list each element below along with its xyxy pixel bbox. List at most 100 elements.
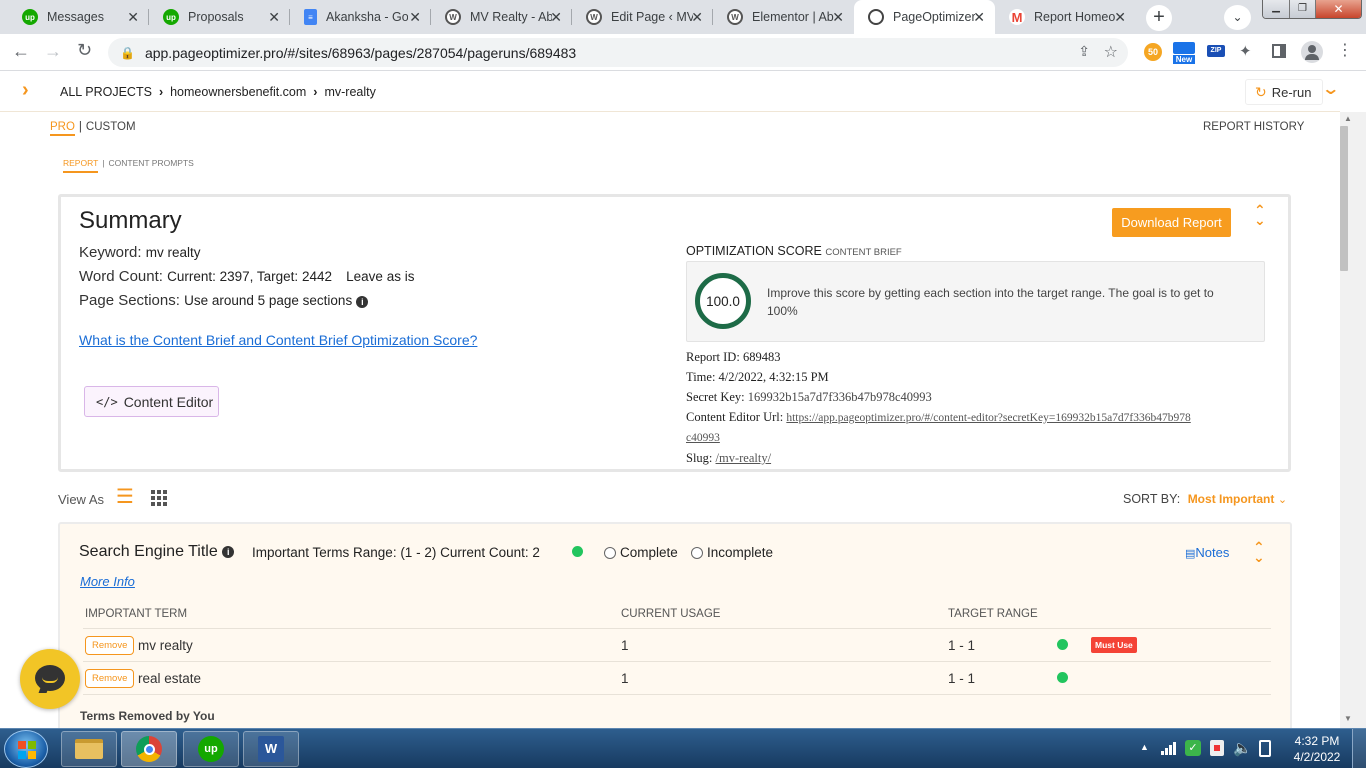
list-view-icon[interactable]: ☰ — [116, 487, 134, 507]
browser-tab-pageoptimizer[interactable]: PageOptimizer ✕ — [854, 0, 995, 34]
battery-icon[interactable] — [1259, 740, 1271, 757]
breadcrumb-page[interactable]: mv-realty — [324, 85, 375, 99]
complete-label: Complete — [620, 545, 678, 560]
start-button[interactable] — [4, 730, 48, 768]
sort-control[interactable]: SORT BY: Most Important ⌄ — [1123, 492, 1287, 506]
section-info-icon[interactable]: i — [222, 546, 235, 558]
extension-new-icon[interactable]: New — [1173, 42, 1195, 64]
more-info-link[interactable]: More Info — [80, 574, 135, 589]
breadcrumb-site[interactable]: homeownersbenefit.com — [170, 85, 306, 99]
download-report-button[interactable]: Download Report — [1112, 208, 1231, 237]
extension-seo-icon[interactable]: 50 — [1144, 43, 1162, 61]
page-sections-row: Page Sections: Use around 5 page section… — [79, 292, 369, 309]
tab-pro[interactable]: PRO — [50, 121, 75, 136]
usb-device-icon[interactable] — [1210, 740, 1224, 756]
collapse-section-icon[interactable]: ⌃ ⌄ — [1253, 540, 1265, 564]
complete-radio[interactable]: Complete — [604, 545, 678, 560]
extensions-puzzle-icon[interactable]: ✦ — [1239, 42, 1252, 60]
content-brief-help-link[interactable]: What is the Content Brief and Content Br… — [79, 332, 477, 348]
browser-tab-strip: up Messages ✕ up Proposals ✕ ≡ Akanksha … — [0, 0, 1366, 34]
grid-view-icon[interactable] — [151, 490, 167, 506]
slug-link[interactable]: /mv-realty/ — [716, 451, 772, 465]
back-arrow-icon[interactable]: ← — [12, 41, 30, 62]
profile-avatar-icon[interactable] — [1301, 41, 1323, 63]
browser-tab-edit-page[interactable]: W Edit Page ‹ MV ✕ — [572, 0, 713, 34]
browser-tab-elementor[interactable]: W Elementor | Ab ✕ — [713, 0, 854, 34]
side-panel-icon[interactable] — [1272, 44, 1286, 58]
word-count-label: Word Count: — [79, 268, 163, 285]
column-important-term: IMPORTANT TERM — [85, 608, 188, 620]
address-bar[interactable]: 🔒 app.pageoptimizer.pro/#/sites/68963/pa… — [108, 38, 1128, 67]
word-icon[interactable]: W — [243, 731, 299, 767]
share-icon[interactable]: ⇪ — [1078, 43, 1090, 60]
remove-term-button[interactable]: Remove — [85, 636, 135, 655]
summary-card: Summary Keyword: mv realty Word Count: C… — [58, 194, 1291, 472]
header-chevron-down-icon[interactable]: ⌄ — [1321, 79, 1340, 99]
refresh-icon: ↻ — [1255, 83, 1267, 100]
remove-term-button[interactable]: Remove — [85, 669, 135, 688]
rerun-button[interactable]: ↻ Re-run — [1245, 79, 1323, 105]
close-icon[interactable]: ✕ — [550, 9, 562, 26]
page-scrollbar[interactable]: ▲ ▼ — [1340, 112, 1366, 728]
terms-range-text: Important Terms Range: (1 - 2) Current C… — [252, 545, 540, 560]
notes-button[interactable]: ▤Notes — [1185, 545, 1229, 560]
incomplete-radio[interactable]: Incomplete — [691, 545, 773, 560]
collapse-summary-icon[interactable]: ⌃ ⌄ — [1254, 203, 1266, 227]
window-close-icon[interactable]: ✕ — [1315, 0, 1361, 18]
security-check-icon[interactable]: ✓ — [1185, 740, 1201, 756]
file-explorer-icon[interactable] — [61, 731, 117, 767]
content-editor-button[interactable]: </> Content Editor — [84, 386, 219, 417]
show-hidden-icons[interactable]: ▲ — [1140, 742, 1149, 752]
minimize-icon[interactable]: ▁ — [1263, 0, 1289, 18]
report-meta: Report ID: 689483 Time: 4/2/2022, 4:32:1… — [686, 347, 1191, 468]
content-editor-url-link-continued[interactable]: c40993 — [686, 428, 1191, 448]
restore-icon[interactable]: ❐ — [1289, 0, 1315, 18]
slug-label: Slug: — [686, 451, 713, 465]
chat-widget-button[interactable] — [20, 649, 80, 709]
notes-icon: ▤ — [1185, 548, 1196, 560]
secret-key: 169932b15a7d7f336b47b978c40993 — [747, 390, 932, 404]
taskbar-clock[interactable]: 4:32 PM 4/2/2022 — [1287, 733, 1347, 765]
close-icon[interactable]: ✕ — [268, 9, 280, 26]
tab-search-icon[interactable]: ⌄ — [1224, 5, 1251, 30]
breadcrumb-all-projects[interactable]: ALL PROJECTS — [60, 85, 152, 99]
info-icon[interactable]: i — [356, 296, 369, 308]
clock-date: 4/2/2022 — [1293, 750, 1341, 764]
close-icon[interactable]: ✕ — [832, 9, 844, 26]
extension-zip-icon[interactable]: ZIP — [1207, 45, 1225, 57]
close-icon[interactable]: ✕ — [1114, 9, 1126, 26]
tab-custom[interactable]: CUSTOM — [86, 121, 136, 136]
chrome-icon[interactable] — [121, 731, 177, 767]
signal-icon[interactable] — [1161, 741, 1177, 755]
section-title-row: Search Engine Title i — [79, 543, 235, 561]
forward-arrow-icon[interactable]: → — [44, 41, 62, 62]
close-icon[interactable]: ✕ — [691, 9, 703, 26]
bookmark-star-icon[interactable]: ☆ — [1104, 42, 1118, 62]
close-icon[interactable]: ✕ — [127, 9, 139, 26]
scrollbar-thumb[interactable] — [1340, 126, 1348, 271]
column-current-usage: CURRENT USAGE — [621, 608, 721, 620]
browser-tab-google-doc[interactable]: ≡ Akanksha - Go ✕ — [290, 0, 431, 34]
reload-icon[interactable]: ↻ — [77, 40, 92, 61]
expand-sidebar-chevron-icon[interactable]: › — [22, 79, 29, 102]
tab-content-prompts[interactable]: CONTENT PROMPTS — [109, 158, 194, 173]
scroll-up-icon[interactable]: ▲ — [1344, 114, 1352, 123]
menu-kebab-icon[interactable]: ⋮ — [1337, 40, 1353, 60]
browser-tab-proposals[interactable]: up Proposals ✕ — [149, 0, 290, 34]
browser-tab-gmail[interactable]: M Report Homeo ✕ — [995, 0, 1136, 34]
content-editor-url-link[interactable]: https://app.pageoptimizer.pro/#/content-… — [786, 412, 1190, 424]
subtab-divider: | — [102, 158, 105, 168]
upwork-taskbar-icon[interactable]: up — [183, 731, 239, 767]
browser-tab-messages[interactable]: up Messages ✕ — [8, 0, 149, 34]
volume-icon[interactable]: 🔈 — [1233, 739, 1252, 757]
report-history-link[interactable]: REPORT HISTORY — [1203, 121, 1304, 133]
browser-tab-mv-realty[interactable]: W MV Realty - Ab ✕ — [431, 0, 572, 34]
scroll-down-icon[interactable]: ▼ — [1344, 714, 1352, 723]
close-icon[interactable]: ✕ — [409, 9, 421, 26]
tab-report[interactable]: REPORT — [63, 158, 99, 173]
new-tab-button[interactable]: + — [1146, 5, 1172, 31]
sort-value: Most Important — [1187, 492, 1275, 506]
score-subheading: CONTENT BRIEF — [825, 247, 902, 258]
close-icon[interactable]: ✕ — [973, 9, 985, 26]
show-desktop-button[interactable] — [1352, 729, 1366, 768]
